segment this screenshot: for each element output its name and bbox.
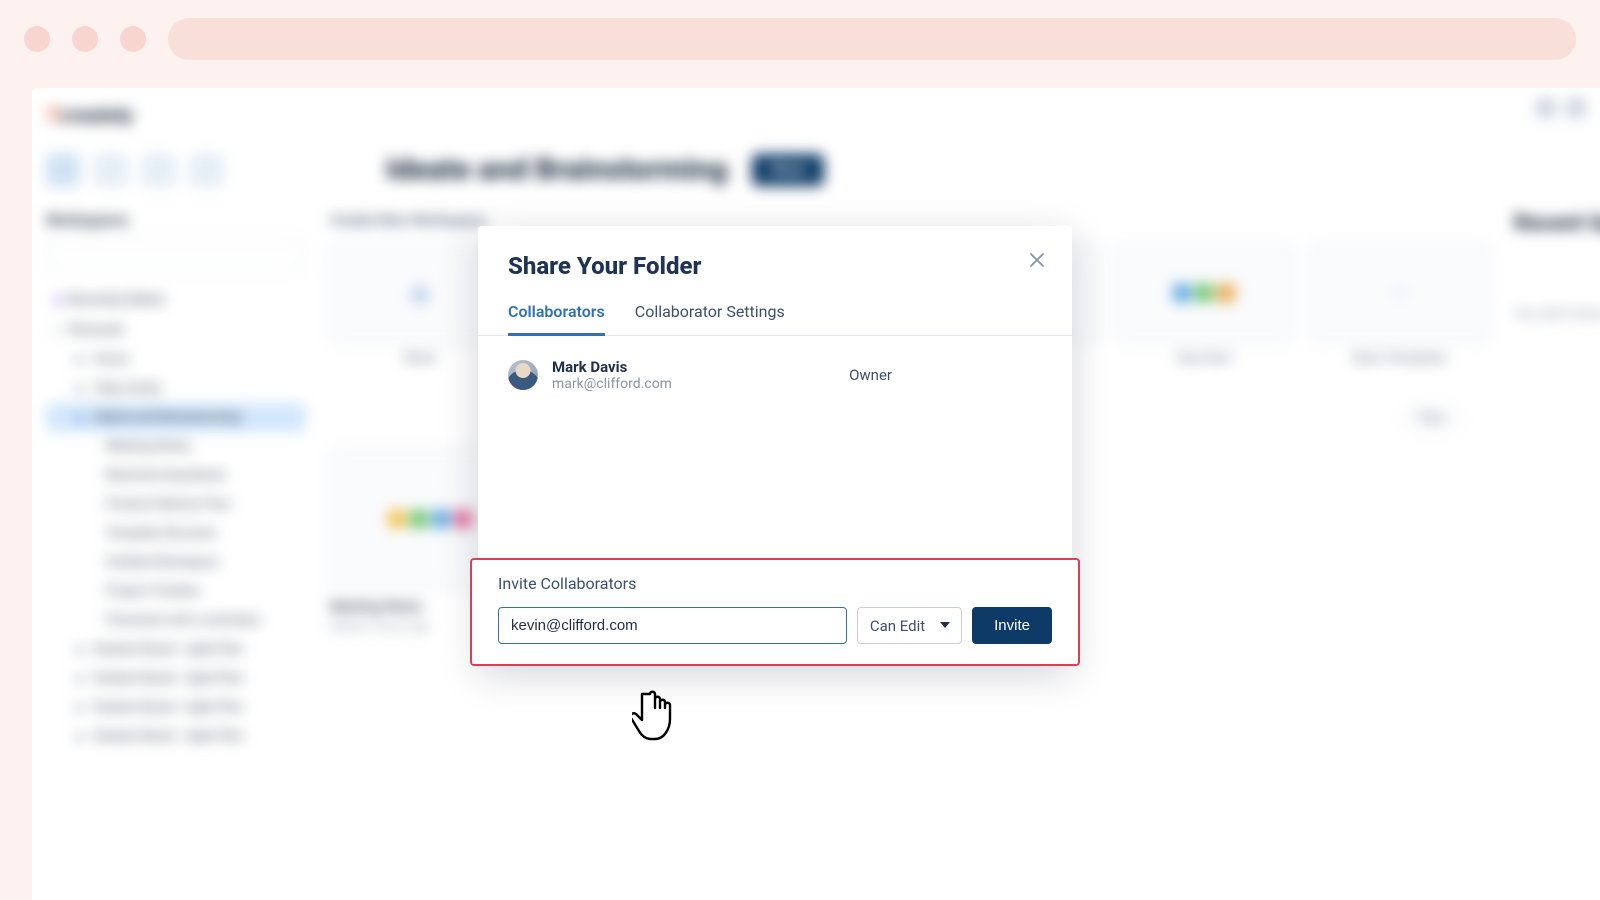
sidebar: Workspaces ◆Recently Edited ▸Personal Ho… bbox=[46, 211, 306, 751]
collaborator-name: Mark Davis bbox=[552, 358, 672, 376]
window-dot[interactable] bbox=[72, 26, 98, 52]
sidebar-item-personal[interactable]: ▸Personal bbox=[46, 315, 306, 345]
close-icon[interactable] bbox=[1030, 252, 1050, 272]
template-card-more[interactable]: ···More Templates bbox=[1310, 243, 1490, 366]
avatar bbox=[508, 360, 538, 390]
collaborator-email: mark@clifford.com bbox=[552, 376, 672, 392]
search-input[interactable] bbox=[46, 239, 306, 269]
page-title: Ideate and Brainstorming bbox=[386, 152, 728, 187]
top-right-icons bbox=[1536, 98, 1586, 118]
sidebar-item-recently-edited[interactable]: ◆Recently Edited bbox=[46, 285, 306, 315]
sidebar-item[interactable]: Meeting Notes bbox=[46, 432, 306, 461]
sidebar-item-help-center[interactable]: Help Center bbox=[46, 374, 306, 403]
window-controls bbox=[24, 26, 146, 52]
sidebar-item[interactable]: Flowchart with a swimlane bbox=[46, 606, 306, 635]
browser-chrome bbox=[0, 0, 1600, 78]
sidebar-item[interactable]: Kanban Board - Agile Plan bbox=[46, 693, 306, 722]
sidebar-item[interactable]: Kanban Board - Agile Plan bbox=[46, 635, 306, 664]
notifications-icon[interactable] bbox=[190, 153, 224, 187]
window-dot[interactable] bbox=[24, 26, 50, 52]
workspaces-heading: Workspaces bbox=[46, 211, 306, 229]
chevron-down-icon[interactable] bbox=[238, 153, 272, 187]
permission-label: Can Edit bbox=[870, 617, 925, 635]
template-card-orgchart[interactable]: Org Chart bbox=[1114, 243, 1294, 366]
chevron-down-icon bbox=[939, 617, 951, 635]
modal-title: Share Your Folder bbox=[508, 252, 1042, 280]
empty-state: You don't have any notifications bbox=[1514, 306, 1600, 322]
email-input[interactable] bbox=[498, 607, 847, 644]
sidebar-item[interactable]: Project Timeline bbox=[46, 577, 306, 606]
share-button[interactable]: Share bbox=[752, 154, 824, 186]
right-panel: Recent Updates You don't have any notifi… bbox=[1514, 211, 1600, 751]
sidebar-item[interactable]: Template Structure bbox=[46, 519, 306, 548]
collaborator-row: Mark Davis mark@clifford.com Owner bbox=[508, 358, 1042, 392]
tab-collaborators[interactable]: Collaborators bbox=[508, 302, 605, 336]
modal-tabs: Collaborators Collaborator Settings bbox=[478, 302, 1072, 336]
sidebar-item[interactable]: Product Delivery Flow bbox=[46, 490, 306, 519]
view-grid-icon[interactable] bbox=[46, 153, 80, 187]
view-list-icon[interactable] bbox=[94, 153, 128, 187]
address-bar[interactable] bbox=[168, 18, 1576, 60]
share-folder-modal: Share Your Folder Collaborators Collabor… bbox=[478, 226, 1072, 665]
sidebar-item[interactable]: Kanban Board - Agile Plan bbox=[46, 664, 306, 693]
sidebar-item-ideate[interactable]: Ideate and Brainstorming bbox=[46, 403, 306, 432]
app-window: ⠿creately Ideate and Brainstorming Share… bbox=[32, 88, 1600, 900]
invite-heading: Invite Collaborators bbox=[498, 574, 1052, 593]
recent-updates-heading: Recent Updates bbox=[1514, 211, 1600, 236]
view-card-icon[interactable] bbox=[142, 153, 176, 187]
invite-button[interactable]: Invite bbox=[972, 607, 1052, 644]
sidebar-item[interactable]: Brainstorming Board bbox=[46, 461, 306, 490]
permission-select[interactable]: Can Edit bbox=[857, 607, 962, 644]
logo[interactable]: ⠿creately bbox=[46, 103, 133, 127]
collaborator-role: Owner bbox=[849, 366, 1042, 384]
sidebar-item-home[interactable]: Home bbox=[46, 345, 306, 374]
sidebar-item[interactable]: Untitled Workspace bbox=[46, 548, 306, 577]
view-switcher bbox=[46, 153, 272, 187]
invite-section: Invite Collaborators Can Edit Invite bbox=[470, 558, 1080, 666]
window-dot[interactable] bbox=[120, 26, 146, 52]
tab-collaborator-settings[interactable]: Collaborator Settings bbox=[635, 302, 785, 336]
sidebar-item[interactable]: Kanban Board - Agile Plan bbox=[46, 722, 306, 751]
filter-chip[interactable]: Files bbox=[1403, 406, 1460, 431]
